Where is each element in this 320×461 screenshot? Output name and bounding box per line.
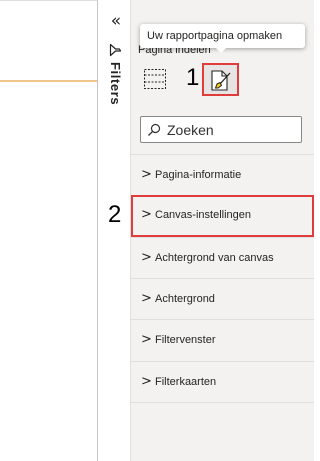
report-canvas[interactable] — [0, 0, 98, 461]
section-filtervenster[interactable]: > Filtervenster — [131, 319, 314, 361]
filter-icon — [109, 43, 122, 57]
search-input[interactable] — [167, 120, 297, 140]
section-pagina-informatie[interactable]: > Pagina-informatie — [131, 154, 314, 196]
section-label: Filtervenster — [155, 334, 216, 346]
filters-label[interactable]: Filters — [108, 62, 123, 122]
step-2-callout: 2 — [108, 201, 122, 228]
section-label: Achtergrond van canvas — [155, 252, 274, 264]
section-label: Filterkaarten — [155, 376, 217, 388]
format-brush-icon — [211, 70, 231, 91]
chevron-right-icon: > — [141, 332, 152, 347]
chevron-right-icon: > — [141, 291, 152, 306]
section-filterkaarten[interactable]: > Filterkaarten — [131, 361, 314, 403]
search-icon — [148, 123, 161, 136]
format-page-button[interactable] — [202, 63, 239, 96]
chevron-right-icon: > — [141, 374, 152, 389]
search-box[interactable] — [140, 116, 302, 143]
tooltip-arrow — [215, 47, 227, 53]
format-page-tooltip: Uw rapportpagina opmaken — [140, 24, 305, 48]
build-visual-icon[interactable] — [143, 67, 167, 91]
section-label: Achtergrond — [155, 293, 215, 305]
chevron-right-icon: > — [141, 250, 152, 265]
section-canvas-instellingen[interactable]: > Canvas-instellingen — [131, 195, 314, 237]
report-page-edge — [0, 80, 98, 82]
section-achtergrond[interactable]: > Achtergrond — [131, 278, 314, 320]
section-achtergrond-van-canvas[interactable]: > Achtergrond van canvas — [131, 237, 314, 279]
chevron-right-icon: > — [141, 207, 152, 222]
step-1-callout: 1 — [186, 64, 200, 91]
chevron-right-icon: > — [141, 167, 152, 182]
section-label: Canvas-instellingen — [155, 209, 251, 221]
canvas-top-border — [0, 0, 98, 1]
section-label: Pagina-informatie — [155, 169, 242, 181]
double-chevron-left-icon[interactable]: « — [106, 12, 126, 30]
